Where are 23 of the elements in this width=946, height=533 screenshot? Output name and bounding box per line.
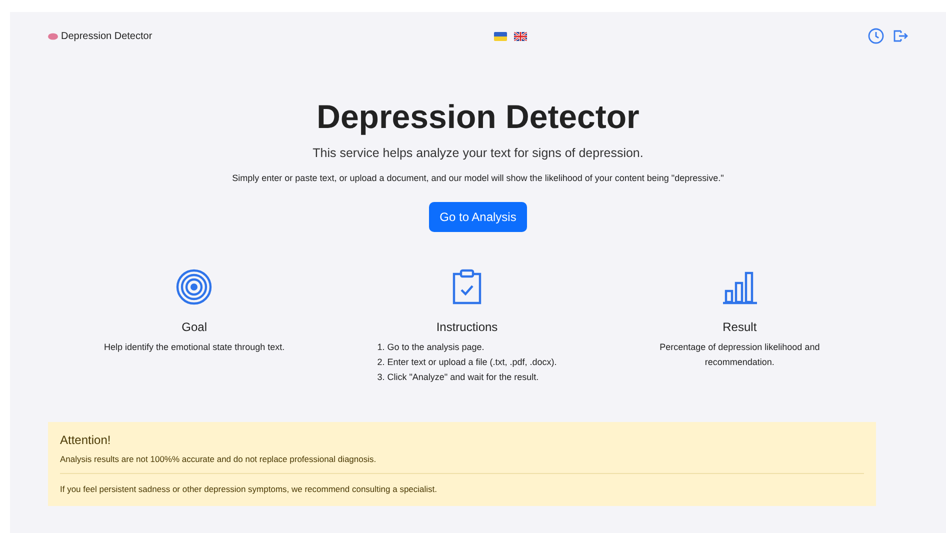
page-title: Depression Detector: [316, 98, 640, 136]
feature-title: Result: [722, 320, 757, 334]
clipboard-check-icon: [450, 269, 483, 305]
alert-message: Analysis results are not 100%% accurate and do not replace professional diagnosis.: [60, 453, 378, 465]
ukraine-flag-icon[interactable]: [494, 32, 507, 40]
feature-title: Goal: [182, 320, 207, 334]
feature-text: Percentage of depression likelihood and recommendation.: [658, 341, 821, 369]
logout-icon[interactable]: [892, 28, 908, 44]
description: Simply enter or paste text, or upload a document, and our model will show the likelihood of your content being "depressive.": [232, 173, 724, 183]
uk-flag-icon[interactable]: [514, 32, 527, 40]
alert-title: Attention!: [60, 433, 112, 447]
target-icon: [176, 269, 212, 305]
instruction-step: 3. Click "Analyze" and wait for the result.: [377, 370, 557, 385]
instruction-step: 1. Go to the analysis page.: [377, 340, 557, 355]
subtitle: This service helps analyze your text for signs of depression.: [312, 146, 644, 160]
feature-title: Instructions: [436, 320, 498, 334]
brand-name[interactable]: Depression Detector: [61, 30, 152, 42]
alert-message: If you feel persistent sadness or other depression symptoms, we recommend consulting a specialist.: [60, 483, 438, 495]
go-to-analysis-button[interactable]: Go to Analysis: [428, 202, 528, 232]
bar-chart-icon: [722, 271, 758, 305]
instruction-step: 2. Enter text or upload a file (.txt, .pdf, .docx).: [377, 355, 557, 370]
clock-icon[interactable]: [868, 28, 884, 44]
feature-text: Help identify the emotional state through text.: [104, 341, 285, 354]
